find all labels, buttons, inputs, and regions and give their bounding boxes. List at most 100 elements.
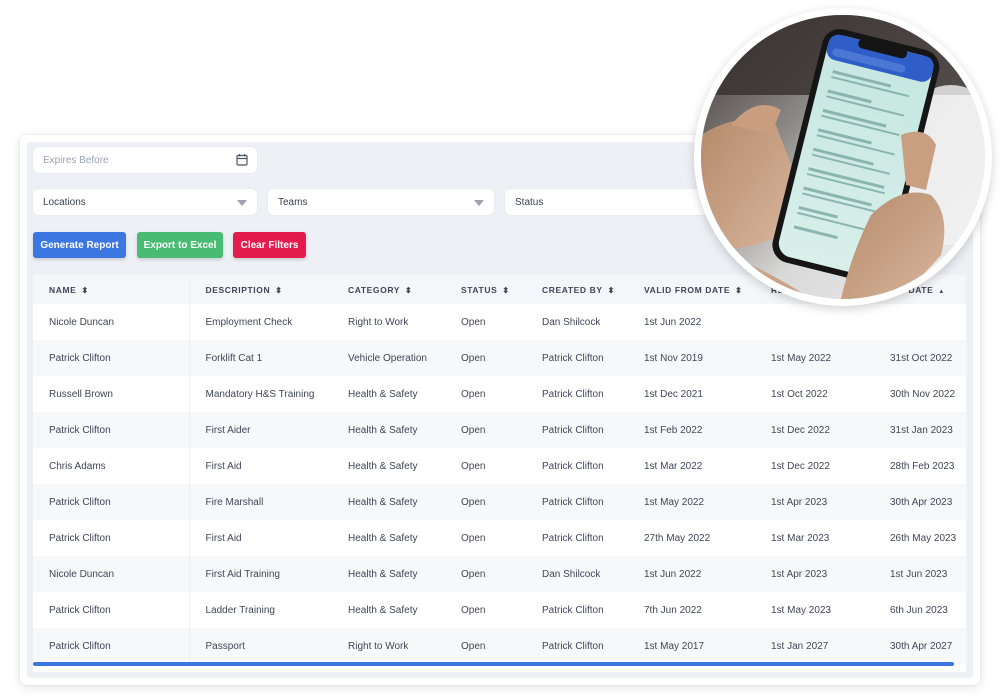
cell-created-by: Dan Shilcock [526,556,628,592]
sort-icon[interactable]: ⬍ [735,286,742,295]
cell-valid-from: 1st May 2022 [628,484,755,520]
cell-expiry [874,304,966,340]
cell-name: Patrick Clifton [33,340,190,376]
cell-renewal [755,304,874,340]
horizontal-scrollbar[interactable] [33,662,954,666]
cell-valid-from: 7th Jun 2022 [628,592,755,628]
cell-renewal: 1st Apr 2023 [755,556,874,592]
sort-icon[interactable]: ⬍ [81,286,88,295]
sort-icon[interactable]: ⬍ [502,286,509,295]
column-header[interactable]: CREATED BY ⬍ [526,275,628,304]
sort-icon[interactable]: ⬍ [275,286,282,295]
cell-expiry: 31st Oct 2022 [874,340,966,376]
cell-name: Patrick Clifton [33,592,190,628]
cell-expiry: 30th Nov 2022 [874,376,966,412]
cell-status: Open [445,628,526,664]
cell-created-by: Patrick Clifton [526,520,628,556]
cell-status: Open [445,412,526,448]
table-row[interactable]: Patrick Clifton Fire Marshall Health & Saf… [33,484,966,520]
export-to-excel-button[interactable]: Export to Excel [137,232,223,258]
locations-select-value: Locations [43,196,86,208]
cell-description: Ladder Training [189,592,332,628]
table-row[interactable]: Nicole Duncan Employment Check Right to Wo… [33,304,966,340]
photo-overlay [694,8,992,306]
cell-status: Open [445,484,526,520]
cell-renewal: 1st Dec 2022 [755,412,874,448]
locations-select[interactable]: Locations [33,189,257,215]
cell-valid-from: 27th May 2022 [628,520,755,556]
cell-expiry: 1st Jun 2023 [874,556,966,592]
cell-status: Open [445,304,526,340]
chevron-down-icon [237,200,247,206]
cell-description: Mandatory H&S Training [189,376,332,412]
cell-description: First Aid Training [189,556,332,592]
cell-valid-from: 1st Jun 2022 [628,304,755,340]
column-header[interactable]: DESCRIPTION ⬍ [189,275,332,304]
column-header[interactable]: NAME ⬍ [33,275,190,304]
cell-created-by: Patrick Clifton [526,448,628,484]
table-row[interactable]: Russell Brown Mandatory H&S Training Healt… [33,376,966,412]
cell-status: Open [445,520,526,556]
cell-category: Vehicle Operation [332,340,445,376]
cell-description: Employment Check [189,304,332,340]
cell-category: Health & Safety [332,448,445,484]
cell-description: Fire Marshall [189,484,332,520]
cell-expiry: 30th Apr 2023 [874,484,966,520]
cell-renewal: 1st May 2022 [755,340,874,376]
cell-description: Forklift Cat 1 [189,340,332,376]
status-select[interactable]: Status [505,189,731,215]
table-row[interactable]: Patrick Clifton Forklift Cat 1 Vehicle Ope… [33,340,966,376]
cell-valid-from: 1st Dec 2021 [628,376,755,412]
teams-select[interactable]: Teams [268,189,494,215]
cell-description: First Aid [189,448,332,484]
cell-category: Health & Safety [332,556,445,592]
cell-category: Health & Safety [332,484,445,520]
sort-icon[interactable]: ⬍ [405,286,412,295]
cell-valid-from: 1st Jun 2022 [628,556,755,592]
cell-name: Russell Brown [33,376,190,412]
report-table: NAME ⬍ DESCRIPTION ⬍ CATEGORY ⬍ STATUS ⬍ CREATED… [33,275,966,672]
cell-renewal: 1st Jan 2027 [755,628,874,664]
cell-valid-from: 1st Feb 2022 [628,412,755,448]
clear-filters-button[interactable]: Clear Filters [233,232,306,258]
cell-category: Health & Safety [332,592,445,628]
cell-expiry: 30th Apr 2027 [874,628,966,664]
table-row[interactable]: Nicole Duncan First Aid Training Health & … [33,556,966,592]
hands-holding-smartphone-photo [701,15,985,299]
status-select-value: Status [515,196,544,208]
cell-category: Health & Safety [332,412,445,448]
table-row[interactable]: Patrick Clifton First Aider Health & Safet… [33,412,966,448]
cell-valid-from: 1st May 2017 [628,628,755,664]
sort-ascending-icon[interactable]: ▲ [938,289,945,295]
column-header[interactable]: VALID FROM DATE ⬍ [628,275,755,304]
sort-icon[interactable]: ⬍ [608,286,615,295]
cell-renewal: 1st Oct 2022 [755,376,874,412]
calendar-icon[interactable] [236,153,248,166]
column-header[interactable]: STATUS ⬍ [445,275,526,304]
cell-status: Open [445,376,526,412]
table-row[interactable]: Patrick Clifton Passport Right to Work Open… [33,628,966,664]
teams-select-value: Teams [278,196,308,208]
table-row[interactable]: Chris Adams First Aid Health & Safety Open P… [33,448,966,484]
cell-renewal: 1st May 2023 [755,592,874,628]
cell-created-by: Patrick Clifton [526,628,628,664]
cell-valid-from: 1st Nov 2019 [628,340,755,376]
cell-created-by: Patrick Clifton [526,412,628,448]
cell-status: Open [445,340,526,376]
column-header-label: VALID FROM DATE [644,284,731,295]
cell-expiry: 26th May 2023 [874,520,966,556]
column-header-label: NAME [49,284,77,295]
cell-category: Right to Work [332,628,445,664]
cell-name: Chris Adams [33,448,190,484]
column-header[interactable]: CATEGORY ⬍ [332,275,445,304]
column-header-label: CATEGORY [348,284,401,295]
expires-before-input[interactable]: Expires Before [33,147,257,173]
cell-description: First Aid [189,520,332,556]
cell-name: Patrick Clifton [33,628,190,664]
table-row[interactable]: Patrick Clifton First Aid Health & Safety O… [33,520,966,556]
cell-expiry: 28th Feb 2023 [874,448,966,484]
table-row[interactable]: Patrick Clifton Ladder Training Health & S… [33,592,966,628]
cell-name: Nicole Duncan [33,556,190,592]
cell-created-by: Patrick Clifton [526,376,628,412]
generate-report-button[interactable]: Generate Report [33,232,126,258]
